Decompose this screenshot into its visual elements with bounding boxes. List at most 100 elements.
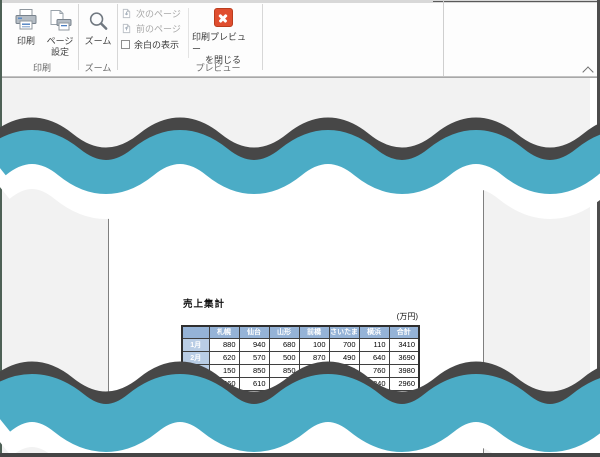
table-cell: 3980: [388, 363, 420, 378]
table-cell: 100: [298, 337, 330, 352]
page-setup-icon: [47, 6, 73, 36]
table-cell: 680: [238, 402, 270, 417]
column-header-cell: 合計: [388, 325, 420, 339]
table-cell: 560: [208, 376, 240, 391]
table-cell: 4,460: [238, 415, 270, 431]
print-button-label: 印刷: [16, 36, 35, 46]
sheet-title: 売上集計: [183, 299, 226, 310]
table-cell: 810: [238, 389, 270, 404]
table-cell: 630: [328, 376, 360, 391]
table-cell: 620: [208, 350, 240, 365]
close-button-label-line1: 印刷プレビュー: [192, 32, 247, 54]
magnifier-icon: [87, 6, 110, 36]
table-cell: 850: [268, 363, 300, 378]
table-cell: 300: [358, 402, 390, 417]
table-row: 2月 620 570 500 870 490 640 3690: [181, 350, 420, 365]
prev-page-button[interactable]: 前のページ: [121, 22, 181, 35]
print-button[interactable]: 印刷: [8, 4, 44, 47]
close-print-preview-button[interactable]: 印刷プレビュー を閉じる: [192, 4, 254, 68]
table-cell: 870: [268, 389, 300, 404]
table-cell: 3990: [388, 402, 420, 417]
row-header-cell: 2月: [181, 350, 210, 365]
zoom-group-label: ズーム: [84, 63, 112, 73]
table-cell: 760: [358, 363, 390, 378]
group-separator: [117, 4, 118, 70]
preview-group-label: プレビュー: [195, 63, 241, 73]
table-row: 3月 150 850 850 650 720 760 3980: [181, 363, 420, 378]
table-cell: 510: [298, 402, 330, 417]
table-cell: 2,470: [358, 415, 390, 431]
row-header-cell: 合計: [181, 415, 210, 431]
table-cell: 850: [238, 363, 270, 378]
table-cell: 400: [208, 389, 240, 404]
table-cell: 3500: [388, 389, 420, 404]
prev-page-label: 前のページ: [136, 24, 181, 34]
table-cell: 3690: [388, 350, 420, 365]
table-cell: 110: [358, 337, 390, 352]
row-header-cell: 3月: [181, 363, 210, 378]
table-body: 1月 880 940 680 100 700 110 3410 2月 620 570 500 870 49…: [181, 337, 420, 431]
zoom-button[interactable]: ズーム: [81, 4, 115, 47]
table-row: 5月 400 810 870 840 260 320 3500: [181, 389, 420, 404]
table-row: 4月 560 610 330 490 630 340 2960: [181, 376, 420, 391]
checkbox-icon[interactable]: [121, 40, 130, 49]
table-cell: 570: [238, 350, 270, 365]
zoom-button-label: ズーム: [84, 36, 112, 46]
ribbon-right-separator: [443, 0, 444, 76]
page-setup-label-line2: 設定: [50, 47, 69, 57]
column-header-cell: 札幌: [208, 325, 240, 339]
column-header-cell: 仙台: [238, 325, 270, 339]
print-group-label: 印刷: [32, 63, 51, 73]
table-cell: 490: [298, 376, 330, 391]
table-cell: 650: [298, 363, 330, 378]
page-setup-label-line1: ページ: [46, 36, 74, 46]
row-header-cell: 1月: [181, 337, 210, 352]
show-margins-checkbox[interactable]: 余白の表示: [121, 38, 179, 51]
preview-pane: 売上集計 (万円) 札幌 仙台 山形 前橋 さいたま 横浜 合計 1月 880 940 680 10…: [0, 77, 600, 457]
window-bottom-edge: [0, 453, 600, 457]
group-separator: [78, 4, 79, 70]
column-header-cell: 横浜: [358, 325, 390, 339]
table-cell: 3,460: [298, 415, 330, 431]
show-margins-label: 余白の表示: [134, 40, 180, 50]
table-cell: 840: [298, 389, 330, 404]
table-cell: 150: [208, 363, 240, 378]
table-cell: 3410: [388, 337, 420, 352]
next-page-button[interactable]: 次のページ: [121, 7, 181, 20]
table-cell: 700: [328, 337, 360, 352]
table-cell: 340: [358, 376, 390, 391]
ribbon: 印刷 ページ 設定 ズーム 次のページ 前のページ 余白の表示 印刷プレビュー …: [0, 0, 600, 77]
printer-icon: [13, 6, 39, 36]
table-cell: 490: [328, 350, 360, 365]
mini-separator: [188, 8, 189, 58]
table-cell: 500: [268, 350, 300, 365]
table-cell: 870: [298, 350, 330, 365]
column-header-cell: [181, 325, 210, 339]
table-cell: 730: [208, 402, 240, 417]
table-cell: 320: [358, 389, 390, 404]
table-cell: 850: [268, 402, 300, 417]
next-page-label: 次のページ: [136, 9, 181, 19]
print-preview-page[interactable]: 売上集計 (万円) 札幌 仙台 山形 前橋 さいたま 横浜 合計 1月 880 940 680 10…: [108, 166, 484, 457]
table-cell: 920: [328, 402, 360, 417]
row-header-cell: 6月: [181, 402, 210, 417]
sales-table: 札幌 仙台 山形 前橋 さいたま 横浜 合計 1月 880 940 680 100 700 110 341…: [181, 325, 420, 431]
table-cell: 260: [328, 389, 360, 404]
next-page-icon: [121, 8, 132, 19]
table-cell: 2960: [388, 376, 420, 391]
table-cell: 330: [268, 376, 300, 391]
table-cell: 4,080: [268, 415, 300, 431]
page-setup-button[interactable]: ページ 設定: [43, 4, 77, 58]
scrollbar-track[interactable]: [590, 78, 597, 452]
table-cell: 940: [238, 337, 270, 352]
excel-print-preview-window: 印刷 ページ 設定 ズーム 次のページ 前のページ 余白の表示 印刷プレビュー …: [0, 0, 600, 457]
prev-page-icon: [121, 23, 132, 34]
table-cell: 3,720: [328, 415, 360, 431]
window-left-edge: [0, 0, 2, 457]
table-row: 6月 730 680 850 510 920 300 3990: [181, 402, 420, 417]
table-row: 1月 880 940 680 100 700 110 3410: [181, 337, 420, 352]
close-icon: [213, 8, 233, 27]
table-row: 合計 3,340 4,460 4,080 3,460 3,720 2,470 21,530: [181, 415, 420, 431]
table-cell: 640: [358, 350, 390, 365]
column-header-cell: 前橋: [298, 325, 330, 339]
